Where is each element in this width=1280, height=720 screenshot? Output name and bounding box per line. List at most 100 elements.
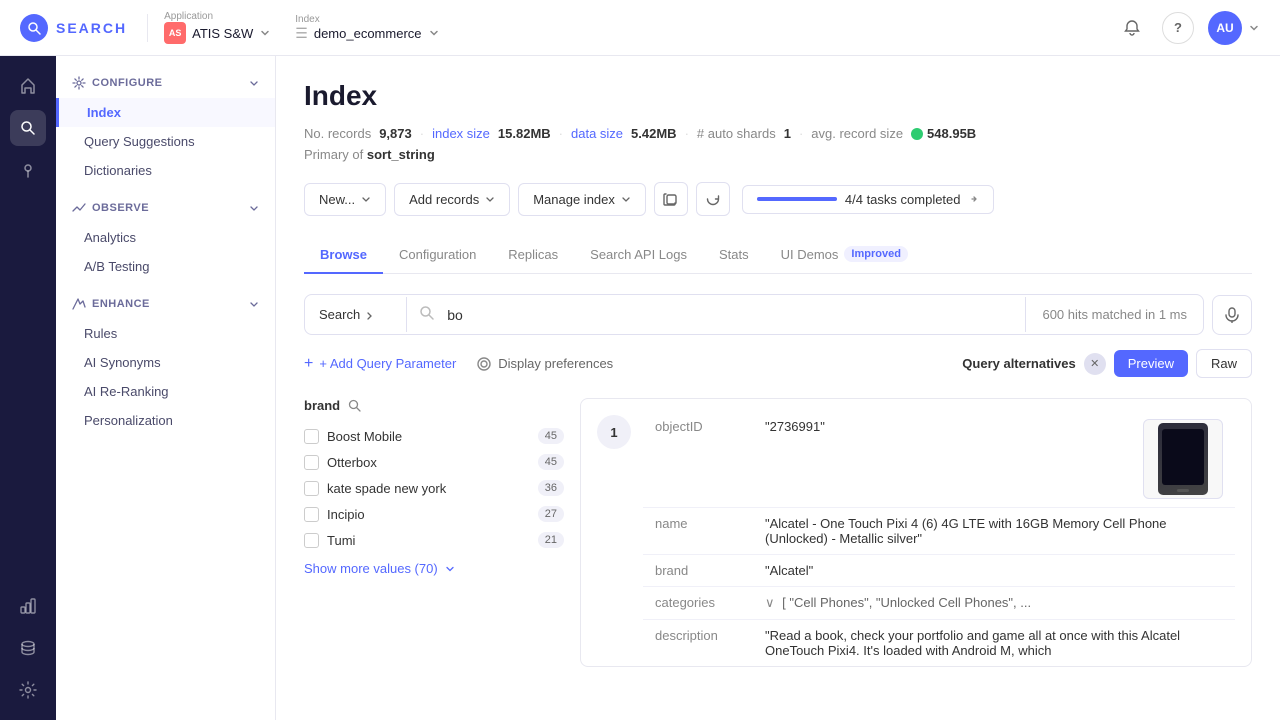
facet-count: 36 [538,480,564,496]
facet-label: Otterbox [327,455,530,470]
no-records-value: 9,873 [379,126,412,141]
progress-container[interactable]: 4/4 tasks completed [742,185,994,214]
objectid-value: "2736991" [765,419,825,434]
display-preferences[interactable]: Display preferences [476,356,613,372]
facet-checkbox-boost[interactable] [304,429,319,444]
index-selector[interactable]: Index ☰ demo_ecommerce [295,14,439,42]
mic-button[interactable] [1212,295,1252,335]
sidebar-enhance-header[interactable]: ENHANCE [56,289,275,319]
icon-bar-chart[interactable] [10,588,46,624]
facet-item: Boost Mobile 45 [304,423,564,449]
status-dot [911,128,923,140]
record-image [1143,419,1223,499]
page-title: Index [304,80,1252,112]
facet-label: Tumi [327,533,530,548]
facet-item: Incipio 27 [304,501,564,527]
sidebar-observe-header[interactable]: OBSERVE [56,193,275,223]
index-meta: No. records 9,873 · index size 15.82MB ·… [304,126,1252,141]
sidebar-item-ai-synonyms[interactable]: AI Synonyms [56,348,275,377]
tab-stats[interactable]: Stats [703,237,765,274]
facets-panel: brand Boost Mobile 45 Otterbox 45 [304,398,564,667]
index-chevron-icon [428,27,440,39]
tab-replicas[interactable]: Replicas [492,237,574,274]
sidebar-item-analytics[interactable]: Analytics [56,223,275,252]
user-avatar[interactable]: AU [1208,11,1260,45]
tab-search-api-logs[interactable]: Search API Logs [574,237,703,274]
data-size-link[interactable]: data size [571,126,623,141]
tab-browse[interactable]: Browse [304,237,383,274]
icon-bar-settings[interactable] [10,672,46,708]
facet-item: Otterbox 45 [304,449,564,475]
search-input[interactable] [447,297,1025,333]
show-more-values[interactable]: Show more values (70) [304,553,564,584]
index-size-link[interactable]: index size [432,126,490,141]
new-button[interactable]: New... [304,183,386,216]
record-number: 1 [597,415,631,449]
help-icon[interactable]: ? [1162,12,1194,44]
sidebar-item-query-suggestions[interactable]: Query Suggestions [56,127,275,156]
facet-label: kate spade new york [327,481,530,496]
facet-item: kate spade new york 36 [304,475,564,501]
tab-ui-demos-badge: Improved [844,246,908,262]
add-query-param[interactable]: + + Add Query Parameter [304,355,456,373]
sidebar-item-ab-testing[interactable]: A/B Testing [56,252,275,281]
app-badge: AS [164,22,186,44]
copy-button[interactable] [654,182,688,216]
facet-count: 45 [538,428,564,444]
add-records-button[interactable]: Add records [394,183,510,216]
app-name: ATIS S&W [192,26,253,41]
results-area: brand Boost Mobile 45 Otterbox 45 [304,398,1252,667]
hits-count: 600 hits matched in 1 ms [1025,297,1203,332]
facet-checkbox-kate[interactable] [304,481,319,496]
progress-label: 4/4 tasks completed [845,192,961,207]
sidebar-configure-header[interactable]: CONFIGURE [56,68,275,98]
app-selector[interactable]: Application AS ATIS S&W [164,11,271,44]
facet-checkbox-incipio[interactable] [304,507,319,522]
manage-index-button[interactable]: Manage index [518,183,646,216]
index-name: demo_ecommerce [314,26,422,41]
avg-record-value: 548.95B [927,126,976,141]
logo-text: SEARCH [56,20,127,36]
sidebar-item-dictionaries[interactable]: Dictionaries [56,156,275,185]
preview-button[interactable]: Preview [1114,350,1188,377]
refresh-button[interactable] [696,182,730,216]
icon-bar-search[interactable] [10,110,46,146]
avg-record-label: avg. record size [811,126,903,141]
logo-icon [20,14,48,42]
facet-brand-header: brand [304,398,564,413]
icon-bar-home[interactable] [10,68,46,104]
icon-bar [0,56,56,720]
facet-count: 21 [538,532,564,548]
tab-ui-demos[interactable]: UI Demos Improved [765,236,924,274]
sidebar: CONFIGURE Index Query Suggestions Dictio… [56,56,276,720]
search-bar: Search 600 hits matched in 1 ms [304,294,1204,335]
icon-bar-database[interactable] [10,630,46,666]
query-alts-close[interactable]: ✕ [1084,353,1106,375]
tab-configuration[interactable]: Configuration [383,237,492,274]
filter-bar: + + Add Query Parameter Display preferen… [304,349,1252,378]
facet-item: Tumi 21 [304,527,564,553]
search-type-selector[interactable]: Search [305,297,407,332]
record-table: objectID "2736991" [643,411,1235,666]
index-selector-label: Index [295,14,439,25]
facet-count: 27 [538,506,564,522]
facet-label: Incipio [327,507,530,522]
notifications-icon[interactable] [1116,12,1148,44]
sidebar-item-personalization[interactable]: Personalization [56,406,275,435]
facet-checkbox-otterbox[interactable] [304,455,319,470]
search-type-label: Search [319,307,360,322]
query-alts-label: Query alternatives [962,356,1075,371]
sidebar-item-ai-reranking[interactable]: AI Re-Ranking [56,377,275,406]
record-row-objectid: objectID "2736991" [643,411,1235,508]
sidebar-item-rules[interactable]: Rules [56,319,275,348]
record-panel: 1 objectID "2736991" [580,398,1252,667]
logo: SEARCH [20,14,148,42]
app-chevron-icon [259,27,271,39]
record-row-name: name "Alcatel - One Touch Pixi 4 (6) 4G … [643,508,1235,555]
raw-button[interactable]: Raw [1196,349,1252,378]
icon-bar-pin[interactable] [10,152,46,188]
auto-shards-value: 1 [784,126,791,141]
index-size-value: 15.82MB [498,126,551,141]
facet-checkbox-tumi[interactable] [304,533,319,548]
sidebar-item-index[interactable]: Index [56,98,275,127]
